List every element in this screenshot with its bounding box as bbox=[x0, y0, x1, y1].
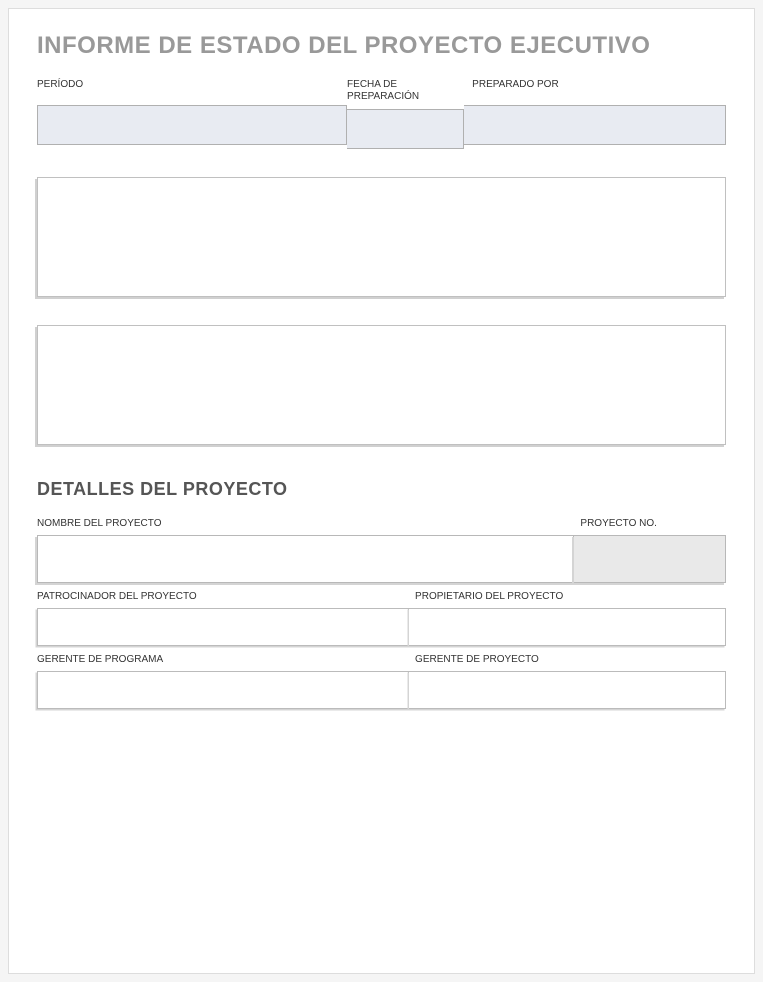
project-manager-field: GERENTE DE PROYECTO bbox=[409, 646, 726, 709]
sponsor-label: PATROCINADOR DEL PROYECTO bbox=[37, 583, 409, 608]
project-name-field: NOMBRE DEL PROYECTO bbox=[37, 510, 574, 583]
program-manager-label: GERENTE DE PROGRAMA bbox=[37, 646, 409, 671]
prepared-by-label: PREPARADO POR bbox=[464, 79, 726, 105]
header-info-row: PERÍODO FECHA DE PREPARACIÓN PREPARADO P… bbox=[37, 79, 726, 149]
period-label: PERÍODO bbox=[37, 79, 347, 105]
project-manager-input[interactable] bbox=[409, 671, 726, 709]
prepared-by-field: PREPARADO POR bbox=[464, 79, 726, 149]
text-area-1[interactable] bbox=[37, 177, 726, 297]
text-area-2[interactable] bbox=[37, 325, 726, 445]
prep-date-field: FECHA DE PREPARACIÓN bbox=[347, 79, 464, 149]
prepared-by-input[interactable] bbox=[464, 105, 726, 145]
project-manager-label: GERENTE DE PROYECTO bbox=[409, 646, 726, 671]
prep-date-label: FECHA DE PREPARACIÓN bbox=[347, 79, 464, 109]
program-manager-input[interactable] bbox=[37, 671, 409, 709]
period-input[interactable] bbox=[37, 105, 347, 145]
page-title: INFORME DE ESTADO DEL PROYECTO EJECUTIVO bbox=[37, 31, 726, 61]
document-page: INFORME DE ESTADO DEL PROYECTO EJECUTIVO… bbox=[8, 8, 755, 974]
sponsor-field: PATROCINADOR DEL PROYECTO bbox=[37, 583, 409, 646]
manager-row: GERENTE DE PROGRAMA GERENTE DE PROYECTO bbox=[37, 646, 726, 709]
period-field: PERÍODO bbox=[37, 79, 347, 149]
owner-input[interactable] bbox=[409, 608, 726, 646]
project-name-label: NOMBRE DEL PROYECTO bbox=[37, 510, 574, 535]
owner-label: PROPIETARIO DEL PROYECTO bbox=[409, 583, 726, 608]
project-name-input[interactable] bbox=[37, 535, 574, 583]
prep-date-input[interactable] bbox=[347, 109, 464, 149]
sponsor-owner-row: PATROCINADOR DEL PROYECTO PROPIETARIO DE… bbox=[37, 583, 726, 646]
sponsor-input[interactable] bbox=[37, 608, 409, 646]
owner-field: PROPIETARIO DEL PROYECTO bbox=[409, 583, 726, 646]
project-no-input[interactable] bbox=[574, 535, 726, 583]
details-section-title: DETALLES DEL PROYECTO bbox=[37, 479, 726, 500]
project-name-row: NOMBRE DEL PROYECTO PROYECTO NO. bbox=[37, 510, 726, 583]
program-manager-field: GERENTE DE PROGRAMA bbox=[37, 646, 409, 709]
project-no-label: PROYECTO NO. bbox=[574, 510, 726, 535]
project-no-field: PROYECTO NO. bbox=[574, 510, 726, 583]
